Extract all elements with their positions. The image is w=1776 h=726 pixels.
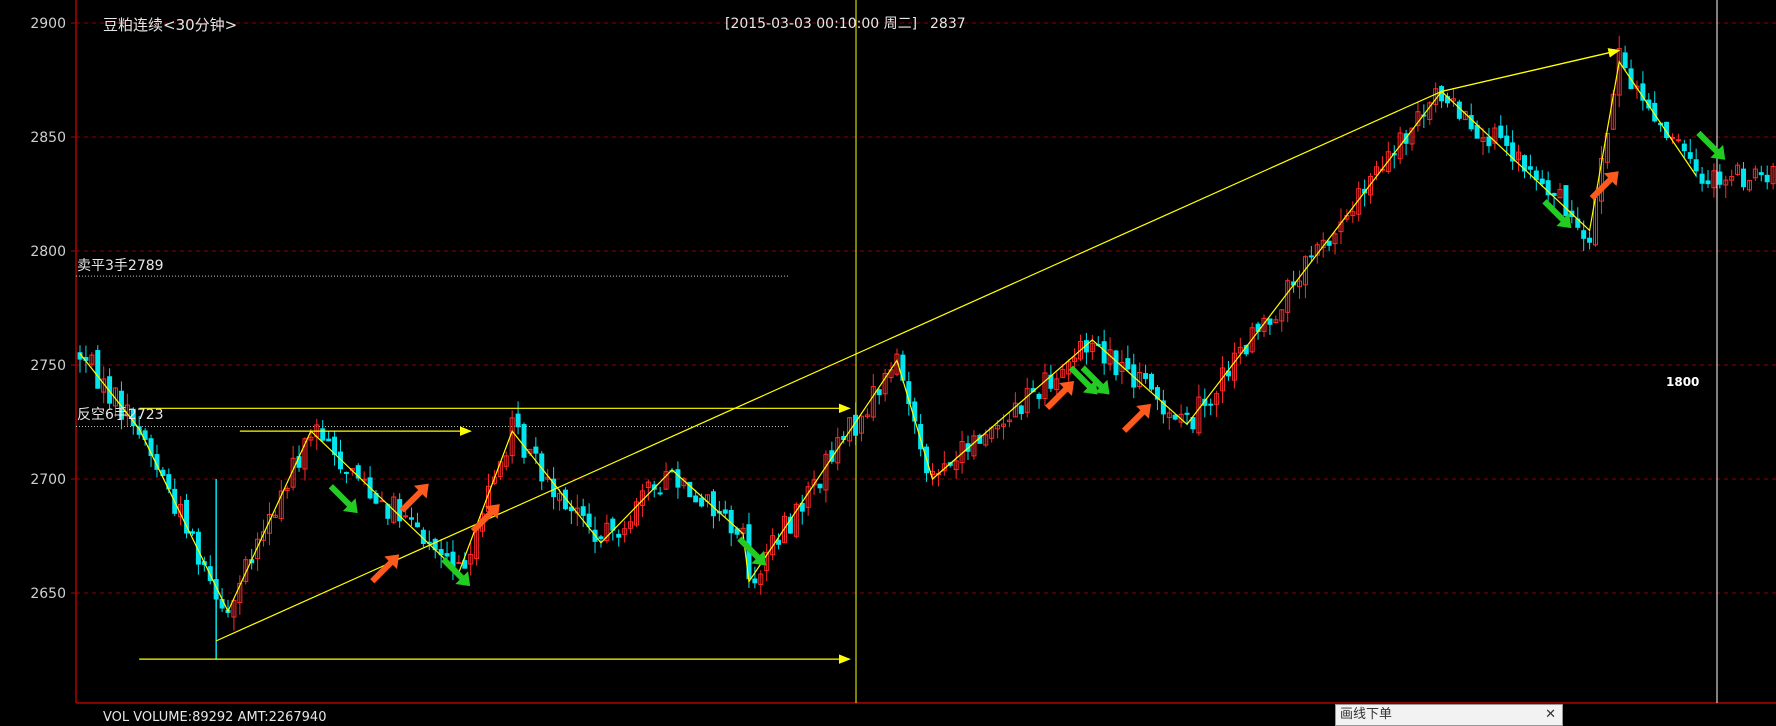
candle-body — [699, 497, 705, 507]
candle-body — [1184, 412, 1190, 415]
candle-body — [1308, 255, 1314, 258]
candle-body — [1208, 403, 1214, 406]
candle-body — [710, 491, 716, 517]
candle-body — [456, 561, 462, 564]
zigzag-trend-line — [79, 60, 1697, 613]
candle-body — [1563, 185, 1569, 217]
candle-body — [1581, 230, 1587, 239]
candle-body — [1758, 172, 1764, 176]
candle-body — [403, 515, 409, 518]
candle-body — [1172, 414, 1178, 420]
y-tick-label: 2700 — [30, 472, 66, 488]
candle-body — [1125, 358, 1131, 370]
candle-body — [1326, 240, 1332, 246]
y-tick-label: 2750 — [30, 358, 66, 374]
candle-body — [1539, 178, 1545, 185]
draw-line-order-label: 画线下单 — [1340, 707, 1393, 722]
candle-body — [326, 438, 332, 442]
candle-body — [1764, 174, 1770, 183]
arrow-shape — [370, 554, 400, 584]
arrow-shape — [1122, 403, 1151, 433]
candle-body — [1675, 139, 1681, 142]
right-marker-label: 1800 — [1666, 375, 1699, 389]
candle-body — [343, 471, 349, 474]
buy-signal-arrow — [1122, 403, 1151, 433]
volume-panel-label: VOL VOLUME:89292 AMT:2267940 — [103, 710, 326, 722]
y-tick-label: 2850 — [30, 130, 66, 146]
candle-body — [1456, 101, 1462, 119]
candle-body — [1699, 173, 1705, 184]
candle-body — [1587, 237, 1593, 243]
draw-line-order-popup[interactable]: 画线下单 ✕ — [1335, 704, 1563, 726]
candle-body — [1527, 166, 1533, 170]
candle-body — [1622, 52, 1628, 69]
candlestick-chart[interactable]: 2650 2700 2750 2800 2850 2900 豆粕连续<30分钟> [201… — [0, 0, 1776, 722]
chart-title: 豆粕连续<30分钟> — [103, 16, 237, 34]
sell-signal-arrow — [328, 484, 358, 514]
candle-body — [1018, 405, 1024, 415]
candle-body — [1681, 143, 1687, 152]
candle-body — [1705, 180, 1711, 185]
candle-body — [876, 389, 882, 396]
candle-body — [776, 539, 782, 545]
candle-body — [586, 513, 592, 528]
long-trend-ray — [1441, 48, 1621, 92]
candle-body — [1149, 373, 1155, 390]
candle-body — [444, 553, 450, 557]
candle-body — [189, 531, 195, 534]
candle-body — [414, 522, 420, 528]
buy-signal-arrow — [1589, 171, 1619, 201]
cursor-datetime: [2015-03-03 00:10:00 周二] — [725, 16, 917, 32]
candle-body — [1036, 393, 1042, 399]
arrow-shape — [328, 484, 358, 514]
reverse-short-order-label[interactable]: 反空6手2723 — [77, 407, 164, 423]
candle-body — [693, 495, 699, 503]
candle-body — [409, 517, 415, 520]
candle-body — [1474, 124, 1480, 139]
candle-body — [1486, 136, 1492, 147]
candle-body — [515, 413, 521, 428]
y-tick-label: 2800 — [30, 244, 66, 260]
sell-close-order-label[interactable]: 卖平3手2789 — [77, 258, 164, 274]
candle-body — [1693, 159, 1699, 172]
candle-body — [95, 350, 101, 389]
cursor-price: 2837 — [930, 16, 966, 32]
y-tick-label: 2900 — [30, 16, 66, 32]
candle-body — [1687, 152, 1693, 159]
candle-body — [675, 469, 681, 488]
long-trend-line — [215, 90, 1442, 642]
arrow-shape — [1589, 171, 1619, 201]
candle-body — [1498, 125, 1504, 138]
candle-body — [533, 446, 539, 454]
candle-body — [1741, 168, 1747, 188]
buy-signal-arrow — [370, 554, 400, 584]
candle-body — [752, 578, 758, 584]
signal-arrows-layer — [328, 130, 1726, 587]
candle-body — [1504, 135, 1510, 146]
candle-body — [616, 533, 622, 538]
candle-body — [657, 492, 663, 495]
candle-body — [521, 424, 527, 458]
close-icon[interactable]: ✕ — [1545, 705, 1556, 725]
candle-body — [1717, 171, 1723, 185]
candle-body — [1143, 373, 1149, 379]
y-tick-label: 2650 — [30, 586, 66, 602]
trend-lines-layer — [79, 48, 1697, 664]
candle-body — [1267, 318, 1273, 325]
candle-body — [817, 483, 823, 489]
candle-body — [722, 509, 728, 514]
candles-layer — [77, 35, 1776, 660]
candle-body — [598, 536, 604, 540]
candle-body — [580, 506, 586, 516]
